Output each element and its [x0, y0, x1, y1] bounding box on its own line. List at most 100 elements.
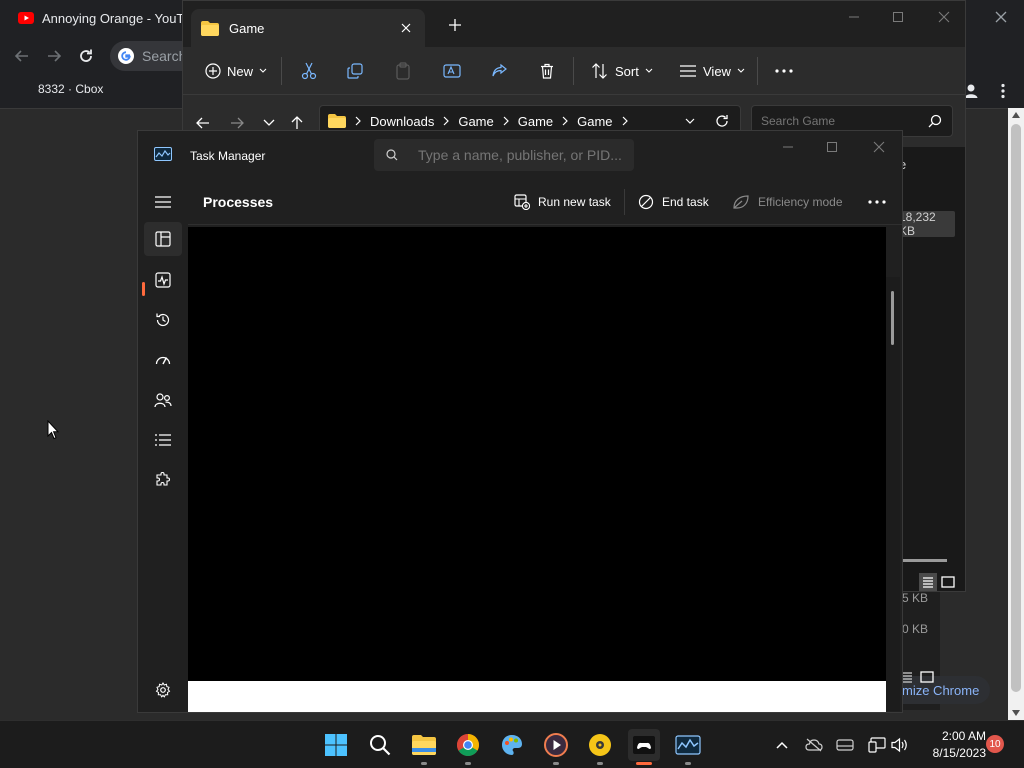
drive-icon: [836, 738, 854, 752]
taskbar-task-manager[interactable]: [672, 729, 704, 765]
close-icon: [401, 23, 411, 33]
paste-button[interactable]: [391, 57, 415, 85]
taskbar-paint[interactable]: [496, 729, 528, 761]
taskbar-disc-app[interactable]: [584, 729, 616, 765]
sidebar-item-details[interactable]: [144, 423, 182, 457]
settings-button[interactable]: [152, 679, 174, 701]
taskbar-chrome[interactable]: [452, 729, 484, 765]
task-manager-title: Task Manager: [190, 149, 266, 163]
rename-button[interactable]: [439, 57, 465, 85]
mouse-cursor-icon: [47, 420, 59, 440]
chrome-omnibox[interactable]: Search: [110, 41, 190, 71]
chrome-close-button[interactable]: [990, 6, 1012, 28]
minimize-icon: [849, 16, 859, 18]
explorer-maximize-button[interactable]: [885, 7, 911, 27]
hamburger-menu-button[interactable]: [144, 185, 182, 219]
processes-scroll-thumb[interactable]: [891, 291, 894, 345]
toolbar-divider: [757, 57, 758, 85]
breadcrumb-item[interactable]: Game: [577, 114, 612, 129]
processes-list-area[interactable]: [188, 227, 886, 712]
sidebar-item-users[interactable]: [144, 383, 182, 417]
network-icon: [868, 737, 886, 753]
close-icon: [873, 141, 885, 153]
processes-list-footer: [188, 681, 886, 712]
chrome-scrollbar[interactable]: [1008, 108, 1024, 720]
tm-minimize-button[interactable]: [775, 137, 801, 157]
end-task-button[interactable]: End task: [638, 189, 709, 215]
task-manager-search-box[interactable]: [374, 139, 634, 171]
start-icon: [324, 733, 348, 757]
task-manager-search-input[interactable]: [418, 147, 628, 163]
show-hidden-icons-button[interactable]: [772, 735, 792, 755]
chrome-scroll-thumb[interactable]: [1011, 124, 1021, 692]
explorer-search-input[interactable]: [761, 114, 921, 128]
chrome-reload-button[interactable]: [74, 44, 98, 68]
sort-button[interactable]: Sort: [587, 57, 657, 85]
explorer-tab[interactable]: Game: [191, 9, 425, 47]
start-button[interactable]: [320, 729, 352, 761]
explorer-horizontal-scroll[interactable]: [903, 559, 947, 562]
copy-button[interactable]: [343, 57, 367, 85]
chevron-down-icon: [259, 68, 267, 74]
task-manager-app-icon: [154, 147, 172, 161]
sidebar-item-app-history[interactable]: [144, 303, 182, 337]
efficiency-mode-button[interactable]: Efficiency mode: [732, 189, 843, 215]
sidebar-item-processes[interactable]: [144, 222, 182, 256]
sidebar-item-startup-apps[interactable]: [144, 343, 182, 377]
refresh-button[interactable]: [713, 112, 731, 130]
arrow-left-icon: [14, 48, 30, 64]
scroll-down-icon[interactable]: [1012, 710, 1020, 716]
address-dropdown-button[interactable]: [681, 112, 699, 130]
explorer-close-button[interactable]: [931, 7, 957, 27]
tiles-view-icon[interactable]: [939, 573, 957, 591]
file-size-cell: 18,232 KB: [899, 210, 955, 238]
explorer-view-buttons: [919, 573, 957, 591]
paint-icon: [500, 733, 524, 757]
volume-tray-button[interactable]: [890, 735, 910, 755]
new-button[interactable]: New: [201, 57, 271, 85]
onedrive-tray-button[interactable]: [804, 735, 824, 755]
bookmark-item[interactable]: 8332 · Cbox: [38, 82, 103, 96]
chevron-right-icon: [352, 115, 364, 127]
clock-date[interactable]: 8/15/2023: [922, 746, 986, 760]
tiles-view-icon[interactable]: [918, 668, 936, 686]
breadcrumb-item[interactable]: Game: [518, 114, 553, 129]
tm-maximize-button[interactable]: [819, 137, 845, 157]
breadcrumb-item[interactable]: Downloads: [370, 114, 434, 129]
sidebar-item-services[interactable]: [144, 463, 182, 497]
run-new-task-button[interactable]: Run new task: [514, 189, 611, 215]
running-indicator: [421, 762, 427, 765]
details-view-icon[interactable]: [919, 573, 937, 591]
tm-close-button[interactable]: [866, 137, 892, 157]
drive-tray-button[interactable]: [835, 735, 855, 755]
more-options-button[interactable]: [868, 189, 886, 215]
see-more-button[interactable]: [771, 57, 797, 85]
cut-button[interactable]: [297, 57, 321, 85]
taskbar-file-explorer[interactable]: [408, 729, 440, 765]
sidebar-item-performance[interactable]: [144, 263, 182, 297]
chevron-down-icon: [263, 119, 275, 127]
google-icon: [118, 48, 134, 64]
processes-scrollbar[interactable]: [886, 277, 900, 711]
breadcrumb-item[interactable]: Game: [458, 114, 493, 129]
chrome-forward-button[interactable]: [42, 44, 66, 68]
explorer-minimize-button[interactable]: [841, 7, 867, 27]
reload-icon: [78, 48, 94, 64]
plus-icon: [448, 18, 462, 32]
taskbar-game[interactable]: [628, 729, 660, 765]
view-button[interactable]: View: [675, 57, 749, 85]
tab-close-button[interactable]: [393, 15, 419, 41]
new-tab-button[interactable]: [445, 15, 465, 35]
network-tray-button[interactable]: [867, 735, 887, 755]
chrome-back-button[interactable]: [10, 44, 34, 68]
chrome-tab-title: Annoying Orange - YouTube: [42, 10, 185, 26]
taskbar-media-player[interactable]: [540, 729, 572, 765]
share-icon: [491, 63, 507, 79]
chrome-tab[interactable]: Annoying Orange - YouTube: [10, 4, 185, 32]
delete-button[interactable]: [535, 57, 559, 85]
scroll-up-icon[interactable]: [1012, 112, 1020, 118]
taskbar-search-button[interactable]: [364, 729, 396, 761]
share-button[interactable]: [487, 57, 511, 85]
clock-time[interactable]: 2:00 AM: [922, 729, 986, 743]
notification-badge[interactable]: 10: [986, 735, 1004, 753]
